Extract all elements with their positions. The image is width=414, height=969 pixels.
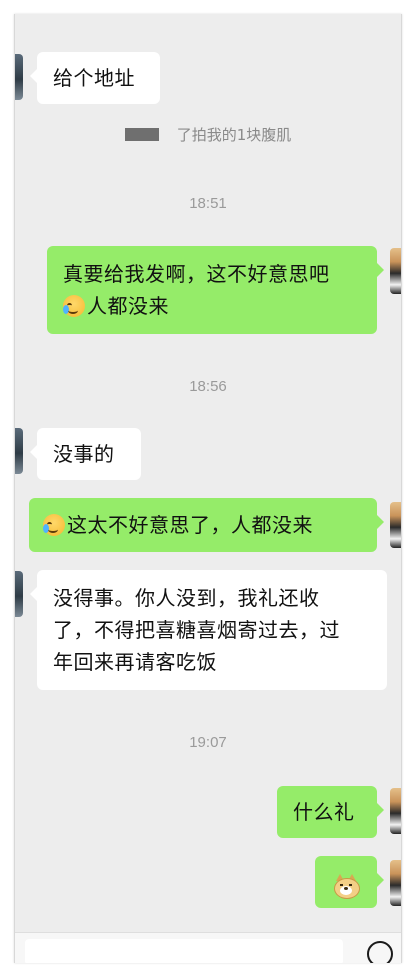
message-text: 给个地址 [53, 66, 135, 90]
received-message[interactable]: 给个地址 [30, 52, 160, 104]
message-input[interactable] [25, 939, 343, 963]
message-text-line-1: 真要给我发啊，这不好意思吧 [63, 262, 330, 286]
received-message[interactable]: 没事的 [30, 428, 141, 480]
system-pat-message: 了拍我的1块腹肌 [15, 124, 401, 145]
my-avatar[interactable] [390, 502, 401, 548]
timestamp: 19:07 [189, 734, 227, 751]
contact-avatar[interactable] [15, 54, 23, 100]
sent-message[interactable]: 真要给我发啊，这不好意思吧 人都没来 [47, 246, 384, 334]
voice-input-icon[interactable] [367, 941, 393, 963]
sent-message[interactable]: 这太不好意思了，人都没来 [29, 498, 384, 552]
contact-avatar[interactable] [15, 571, 23, 617]
message-text: 没事的 [53, 442, 115, 466]
timestamp: 18:51 [189, 195, 227, 212]
input-bar [15, 932, 401, 963]
received-message[interactable]: 没得事。你人没到，我礼还收 了，不得把喜糖喜烟寄过去，过 年回来再请客吃饭 [30, 570, 387, 690]
crying-laughing-emoji-icon [63, 295, 85, 317]
chat-screen: 给个地址 了拍我的1块腹肌 18:51 真要给我发啊，这不好意思吧 人都没来 1… [14, 14, 402, 963]
contact-avatar[interactable] [15, 428, 23, 474]
crying-laughing-emoji-icon [43, 514, 65, 536]
message-text-line-3: 年回来再请客吃饭 [53, 650, 217, 674]
sent-message[interactable]: 什么礼 [277, 786, 384, 838]
redacted-name [124, 128, 159, 141]
my-avatar[interactable] [390, 860, 401, 906]
system-text: 了拍我的1块腹肌 [176, 126, 292, 144]
sent-emoji-message[interactable] [315, 856, 384, 908]
my-avatar[interactable] [390, 788, 401, 834]
message-text: 什么礼 [293, 800, 355, 824]
my-avatar[interactable] [390, 248, 401, 294]
message-text-line-2: 人都没来 [87, 294, 169, 318]
message-text-line-2: 了，不得把喜糖喜烟寄过去，过 [53, 618, 340, 642]
doge-emoji-icon [333, 873, 360, 899]
message-text: 这太不好意思了，人都没来 [67, 513, 313, 537]
message-text-line-1: 没得事。你人没到，我礼还收 [53, 586, 320, 610]
timestamp: 18:56 [189, 378, 227, 395]
